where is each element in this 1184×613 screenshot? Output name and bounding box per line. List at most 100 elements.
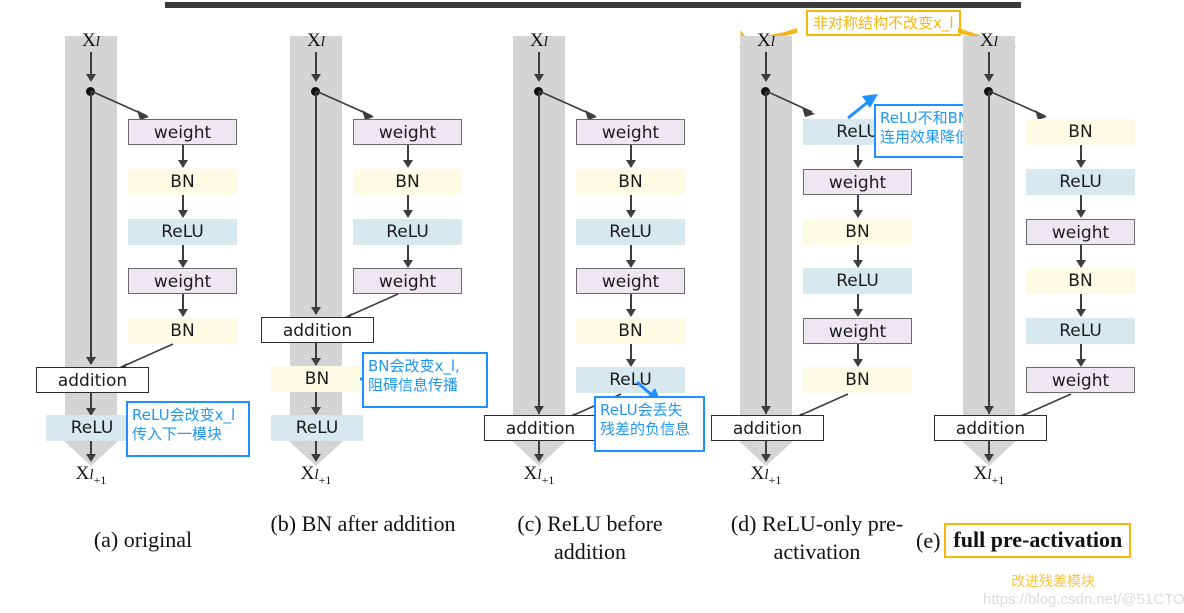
panel-c-addition: addition [484, 415, 597, 441]
panel-c-block-relu-1: ReLU [576, 219, 685, 245]
panel-b-conn-5 [315, 343, 317, 359]
panel-a-ahead-4 [178, 309, 188, 317]
panel-b-ahead-1 [403, 160, 413, 168]
panel-b-conn-2 [407, 195, 409, 211]
panel-e-conn-6 [988, 441, 990, 455]
panel-a-conn-2 [182, 195, 184, 211]
panel-e-block-bn-1: BN [1026, 119, 1135, 145]
panel-c-conn-6 [538, 441, 540, 455]
panel-d-conn-1 [857, 145, 859, 161]
panel-a-block-weight-2: weight [128, 268, 237, 294]
panel-a-callout: ReLU会改变x_l 传入下一模块 [126, 401, 250, 457]
panel-e-block-bn-2: BN [1026, 268, 1135, 294]
panel-c-block-weight-1: weight [576, 119, 685, 145]
panel-e-ahead-5 [1076, 359, 1086, 367]
panel-b-line-top [315, 52, 317, 74]
caption-c: (c) ReLU before addition [517, 511, 663, 564]
panel-a-input-label: Xl [82, 30, 100, 51]
panel-d-ahead-1 [853, 160, 863, 168]
panel-c-conn-1 [630, 145, 632, 161]
panel-d-conn-5 [857, 344, 859, 360]
panel-a-ahead-6 [86, 454, 96, 462]
panel-e-full-pre-activation: Xl BN ReLU weight BN ReLU weight additio… [934, 0, 1184, 500]
panel-e-addition: addition [934, 415, 1047, 441]
panel-b-conn-6 [315, 392, 317, 408]
panel-e-ahead-1 [1076, 160, 1086, 168]
panel-c-block-weight-2: weight [576, 268, 685, 294]
panel-c-line-top [538, 52, 540, 74]
panel-b-ahead-5 [311, 358, 321, 366]
panel-b-ahead-2 [403, 210, 413, 218]
footer-watermark: https://blog.csdn.net/@51CTO博客 [983, 591, 1184, 608]
panel-c-ahead-3 [626, 260, 636, 268]
panel-e-conn-3 [1080, 245, 1082, 261]
panel-d-conn-2 [857, 195, 859, 211]
panel-c-conn-4 [630, 294, 632, 310]
panel-d-block-relu-2: ReLU [803, 268, 912, 294]
caption-a: (a) original [93, 527, 193, 552]
panel-c-output-label: Xl+1 [523, 463, 555, 487]
panel-b-addition: addition [261, 317, 374, 343]
panel-e-ahead-4 [1076, 309, 1086, 317]
panel-b-callout: BN会改变x_l, 阻碍信息传播 [362, 352, 488, 408]
caption-d: (d) ReLU-only pre-activation [730, 511, 904, 564]
panel-b-block-bn-after-addition: BN [271, 366, 363, 392]
panel-b-output-label: Xl+1 [300, 463, 332, 487]
panel-a-block-relu-after-addition: ReLU [46, 415, 138, 441]
panel-d-conn-6 [765, 441, 767, 455]
panel-a-line-top [90, 52, 92, 74]
caption-e-boxed-label: full pre-activation [944, 523, 1132, 558]
panel-a-conn-5 [90, 393, 92, 409]
panel-a-conn-4 [182, 294, 184, 310]
panel-c-block-bn-2: BN [576, 318, 685, 344]
panel-b-block-relu-after-addition: ReLU [271, 415, 363, 441]
panel-c-ahead-1 [626, 160, 636, 168]
panel-d-ahead-4 [853, 309, 863, 317]
panel-d-block-weight-1: weight [803, 169, 912, 195]
panel-d-output-label: Xl+1 [750, 463, 782, 487]
panel-a-shortcut-line [90, 92, 92, 364]
panel-d-conn-4 [857, 294, 859, 310]
panel-d-block-bn-1: BN [803, 219, 912, 245]
panel-b-conn-1 [407, 145, 409, 161]
caption-b: (b) BN after addition [270, 511, 456, 536]
panel-e-conn-4 [1080, 294, 1082, 310]
panel-c-conn-5 [630, 344, 632, 360]
panel-b-conn-3 [407, 245, 409, 261]
panel-c-input-label: Xl [530, 30, 548, 51]
panel-d-ahead-2 [853, 210, 863, 218]
panel-c-shortcut-line [538, 92, 540, 414]
panel-a-ahead-3 [178, 260, 188, 268]
panel-c-ahead-4 [626, 309, 636, 317]
panel-a-block-bn-1: BN [128, 169, 237, 195]
panel-c-callout: ReLU会丢失 残差的负信息 [594, 396, 705, 452]
panel-e-ahead-3 [1076, 260, 1086, 268]
panel-b-ahead-7 [311, 454, 321, 462]
panel-a-original: Xl weight BN ReLU weight BN addition ReL… [36, 0, 301, 500]
panel-d-shortcut-line [765, 92, 767, 414]
panel-b-block-bn-1: BN [353, 169, 462, 195]
panel-e-conn-1 [1080, 145, 1082, 161]
panel-d-ahead-6 [761, 454, 771, 462]
panel-d-ahead-5 [853, 359, 863, 367]
panel-d-block-weight-2: weight [803, 318, 912, 344]
panel-e-conn-2 [1080, 195, 1082, 211]
panel-d-line-top [765, 52, 767, 74]
panel-a-block-relu-1: ReLU [128, 219, 237, 245]
panel-b-input-label: Xl [307, 30, 325, 51]
panel-c-ahead-6 [534, 454, 544, 462]
caption-e-prefix: (e) [916, 527, 941, 553]
panel-e-shortcut-line [988, 92, 990, 414]
panel-b-ahead-3 [403, 260, 413, 268]
panel-b-conn-7 [315, 441, 317, 455]
panel-d-input-label: Xl [757, 30, 775, 51]
panel-a-conn-6 [90, 441, 92, 455]
panel-c-conn-3 [630, 245, 632, 261]
panel-a-ahead-2 [178, 210, 188, 218]
panel-a-block-weight-1: weight [128, 119, 237, 145]
panel-d-conn-3 [857, 245, 859, 261]
panel-e-conn-5 [1080, 344, 1082, 360]
panel-c-ahead-5 [626, 359, 636, 367]
panel-b-ahead-6 [311, 407, 321, 415]
panel-c-block-bn-1: BN [576, 169, 685, 195]
